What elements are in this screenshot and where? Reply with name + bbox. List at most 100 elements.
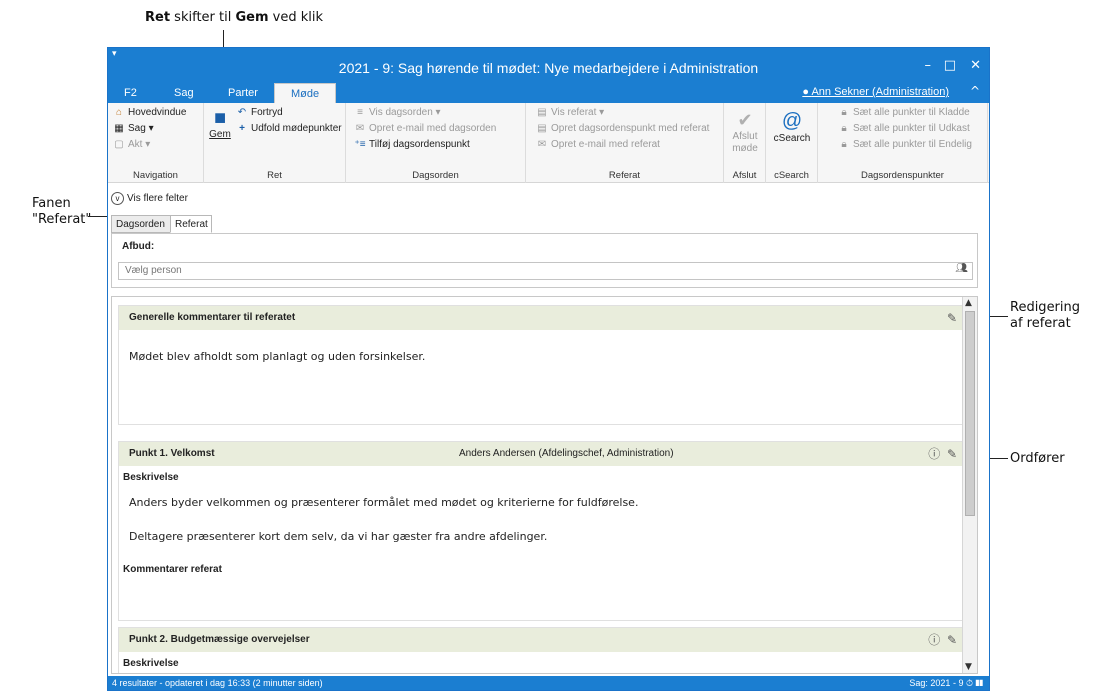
collapse-ribbon-icon[interactable]: ^ [970, 84, 980, 98]
group-label-referat: Referat [608, 170, 641, 181]
punkt1-header: Punkt 1. Velkomst Anders Andersen (Afdel… [119, 442, 963, 466]
general-comments-header: Generelle kommentarer til referatet ✎ [119, 306, 963, 330]
beskrivelse-text-1: Anders byder velkommen og præsenterer fo… [129, 496, 639, 509]
opret-email-dagsorden-button[interactable]: ✉ Opret e-mail med dagsorden [354, 123, 497, 134]
akt-button[interactable]: ▢ Akt ▾ [113, 139, 150, 150]
app-window: ▾ 2021 - 9: Sag hørende til mødet: Nye m… [107, 47, 990, 691]
close-icon[interactable]: ✕ [970, 58, 981, 73]
info-icon[interactable]: ⓘ [928, 447, 940, 461]
saet-endelig-button[interactable]: 🔒︎ Sæt alle punkter til Endelig [838, 139, 972, 150]
beskrivelse-text-2: Deltagere præsenterer kort dem selv, da … [129, 530, 548, 543]
tab-f2[interactable]: F2 [124, 83, 137, 103]
afslut-moede-button[interactable]: ✔ Afslut møde [728, 109, 762, 155]
udfold-button[interactable]: + Udfold mødepunkter [236, 123, 342, 134]
quick-access-menu-icon[interactable]: ▾ [112, 49, 117, 59]
case-icon: ▦ [114, 123, 124, 134]
ribbon-group-csearch: @ cSearch cSearch [766, 103, 818, 183]
vis-flere-felter-toggle[interactable]: v Vis flere felter [111, 192, 188, 205]
tab-parter[interactable]: Parter [228, 83, 258, 103]
afbud-person-input[interactable]: Vælg person 👥︎ [118, 262, 973, 280]
ribbon-group-dagsordenspunkter: 🔒︎ Sæt alle punkter til Kladde 🔒︎ Sæt alle… [818, 103, 988, 183]
lock-icon: 🔒︎ [841, 139, 847, 150]
callout-fanen: Fanen "Referat" [32, 196, 92, 227]
ribbon-group-ret: ■ Gem ↶ Fortryd + Udfold mødepunkter Ret [204, 103, 346, 183]
lock-icon: 🔒︎ [841, 107, 847, 118]
tab-sag[interactable]: Sag [174, 83, 194, 103]
scroll-down-icon[interactable]: ▼ [965, 662, 972, 672]
search-icon: @ [781, 110, 803, 132]
save-icon: ■ [213, 107, 227, 129]
user-link[interactable]: ● Ann Sekner (Administration) [802, 86, 949, 98]
tab-mode[interactable]: Møde [274, 83, 336, 103]
edit-icon[interactable]: ✎ [947, 306, 957, 330]
plus-icon: + [239, 123, 245, 134]
add-item-icon: ⁺≡ [354, 139, 366, 150]
group-label-csearch: cSearch [774, 170, 809, 181]
group-label-afslut: Afslut [732, 170, 757, 181]
group-label-dagsorden: Dagsorden [412, 170, 459, 181]
afbud-label: Afbud: [122, 241, 155, 252]
group-label-navigation: Navigation [133, 170, 178, 181]
email-icon: ✉ [537, 139, 547, 150]
status-case: Sag: 2021 - 9 ⏱ ❚❚ [909, 678, 983, 688]
referat-scroll-area[interactable]: Generelle kommentarer til referatet ✎ Mø… [111, 296, 978, 674]
scroll-up-icon[interactable]: ▲ [965, 298, 972, 308]
people-icon[interactable]: 👥︎ [955, 263, 968, 274]
punkt1-section: Punkt 1. Velkomst Anders Andersen (Afdel… [118, 441, 964, 621]
punkt2-section: Punkt 2. Budgetmæssige overvejelser ⓘ ✎ … [118, 627, 964, 673]
gem-button[interactable]: ■ Gem [209, 107, 231, 140]
general-comments-text: Mødet blev afholdt som planlagt og uden … [129, 350, 426, 363]
checkmark-icon: ✔ [737, 110, 753, 130]
lock-icon: 🔒︎ [841, 123, 847, 134]
ribbon-group-navigation: ⌂ Hovedvindue ▦ Sag ▾ ▢ Akt ▾ Navigation [108, 103, 204, 183]
status-bar: 4 resultater - opdateret i dag 16:33 (2 … [108, 676, 989, 690]
saet-kladde-button[interactable]: 🔒︎ Sæt alle punkter til Kladde [838, 107, 969, 118]
callout-ordforer: Ordfører [1010, 451, 1065, 466]
opret-dagsordenspunkt-referat-button[interactable]: ▤ Opret dagsordenspunkt med referat [536, 123, 709, 134]
afbud-section: Afbud: Vælg person 👥︎ [111, 233, 978, 288]
saet-udkast-button[interactable]: 🔒︎ Sæt alle punkter til Udkast [838, 123, 969, 134]
kommentarer-label: Kommentarer referat [123, 564, 222, 575]
document-icon: ▤ [537, 107, 547, 118]
title-bar: ▾ 2021 - 9: Sag hørende til mødet: Nye m… [108, 48, 989, 103]
status-text: 4 resultater - opdateret i dag 16:33 (2 … [112, 678, 323, 688]
ribbon-group-referat: ▤ Vis referat ▾ ▤ Opret dagsordenspunkt me… [526, 103, 724, 183]
list-icon: ≡ [357, 107, 363, 118]
email-icon: ✉ [355, 123, 365, 134]
document-icon: ▢ [114, 139, 124, 150]
punkt2-header: Punkt 2. Budgetmæssige overvejelser ⓘ ✎ [119, 628, 963, 652]
info-icon[interactable]: ⓘ [928, 633, 940, 647]
document-icon: ▤ [537, 123, 547, 134]
pause-icon[interactable]: ❚❚ [976, 678, 983, 688]
group-label-dagsordenspunkter: Dagsordenspunkter [861, 170, 944, 181]
ribbon-group-dagsorden: ≡ Vis dagsorden ▾ ✉ Opret e-mail med dagso… [346, 103, 526, 183]
ribbon-group-afslut: ✔ Afslut møde Afslut [724, 103, 766, 183]
beskrivelse-label: Beskrivelse [123, 658, 179, 669]
user-icon: ● [802, 86, 809, 98]
scroll-thumb[interactable] [965, 311, 975, 516]
beskrivelse-label: Beskrivelse [123, 472, 179, 483]
ribbon: ⌂ Hovedvindue ▦ Sag ▾ ▢ Akt ▾ Navigation ■ … [108, 103, 989, 183]
vertical-scrollbar[interactable]: ▲ ▼ [962, 297, 977, 673]
chevron-down-icon: v [111, 192, 124, 205]
csearch-button[interactable]: @ cSearch [770, 109, 814, 144]
tab-referat[interactable]: Referat [170, 215, 212, 233]
undo-icon: ↶ [237, 107, 247, 118]
opret-email-referat-button[interactable]: ✉ Opret e-mail med referat [536, 139, 660, 150]
tab-dagsorden[interactable]: Dagsorden [111, 215, 171, 233]
hovedvindue-button[interactable]: ⌂ Hovedvindue [113, 107, 186, 118]
callout-ret-gem: Ret skifter til Gem ved klik [145, 10, 324, 25]
vis-referat-button[interactable]: ▤ Vis referat ▾ [536, 107, 604, 118]
edit-icon[interactable]: ✎ [947, 447, 957, 461]
sag-button[interactable]: ▦ Sag ▾ [113, 123, 153, 134]
edit-icon[interactable]: ✎ [947, 633, 957, 647]
general-comments-section: Generelle kommentarer til referatet ✎ Mø… [118, 305, 964, 425]
fortryd-button[interactable]: ↶ Fortryd [236, 107, 283, 118]
vis-dagsorden-button[interactable]: ≡ Vis dagsorden ▾ [354, 107, 440, 118]
callout-redigering: Redigering af referat [1010, 300, 1081, 331]
tilfoej-dagsordenspunkt-button[interactable]: ⁺≡ Tilføj dagsordenspunkt [354, 139, 469, 150]
minimize-icon[interactable]: – [925, 58, 932, 73]
timer-icon: ⏱ [965, 678, 973, 688]
window-title: 2021 - 9: Sag hørende til mødet: Nye med… [338, 60, 759, 76]
maximize-icon[interactable]: □ [944, 58, 956, 73]
